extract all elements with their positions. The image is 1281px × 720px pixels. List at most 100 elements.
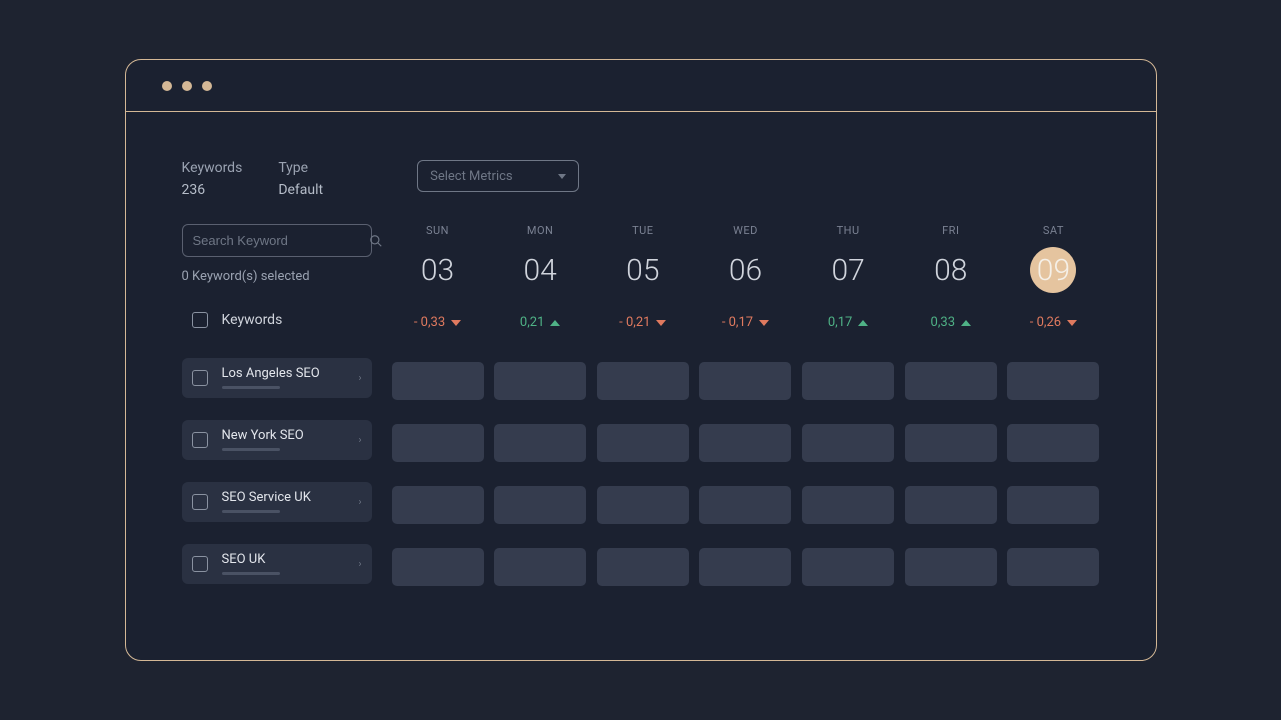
data-cell[interactable]	[494, 362, 586, 400]
day-label: TUE	[597, 224, 689, 237]
metric-value: 0,17	[828, 315, 852, 330]
data-cell[interactable]	[802, 424, 894, 462]
data-cell[interactable]	[494, 548, 586, 586]
day-number: 09	[1030, 247, 1076, 293]
day-column[interactable]: SUN 03	[392, 224, 484, 293]
data-cell[interactable]	[905, 424, 997, 462]
chevron-right-icon: ›	[358, 373, 361, 384]
keyword-checkbox[interactable]	[192, 494, 208, 510]
day-column[interactable]: MON 04	[494, 224, 586, 293]
data-cell[interactable]	[1007, 486, 1099, 524]
keyword-label: SEO UK	[222, 553, 345, 566]
select-metrics-label: Select Metrics	[430, 169, 513, 184]
keyword-label: SEO Service UK	[222, 491, 345, 504]
data-cell[interactable]	[392, 424, 484, 462]
stat-type: Type Default	[278, 160, 323, 198]
chevron-right-icon: ›	[358, 435, 361, 446]
main-grid: 0 Keyword(s) selected Keywords Los Angel…	[182, 224, 1100, 610]
window-maximize-dot[interactable]	[202, 81, 212, 91]
chevron-down-icon	[558, 174, 566, 179]
keyword-row-text: New York SEO	[222, 429, 345, 451]
data-row	[392, 486, 1100, 524]
data-cell[interactable]	[802, 362, 894, 400]
search-input[interactable]	[193, 233, 369, 248]
data-cell[interactable]	[699, 362, 791, 400]
search-icon	[369, 234, 383, 248]
day-column[interactable]: TUE 05	[597, 224, 689, 293]
data-cell[interactable]	[392, 362, 484, 400]
data-cell[interactable]	[494, 486, 586, 524]
data-cell[interactable]	[802, 548, 894, 586]
keyword-checkbox[interactable]	[192, 556, 208, 572]
data-cell[interactable]	[905, 548, 997, 586]
keyword-label: New York SEO	[222, 429, 345, 442]
stat-keywords-value: 236	[182, 182, 243, 198]
data-cell[interactable]	[699, 548, 791, 586]
window-minimize-dot[interactable]	[182, 81, 192, 91]
data-cell[interactable]	[699, 424, 791, 462]
data-cell[interactable]	[699, 486, 791, 524]
data-cell[interactable]	[802, 486, 894, 524]
metric-cell: 0,17	[802, 315, 894, 330]
keyword-label: Los Angeles SEO	[222, 367, 345, 380]
data-cell[interactable]	[1007, 424, 1099, 462]
stat-type-label: Type	[278, 160, 323, 176]
day-number: 08	[928, 247, 974, 293]
day-label: MON	[494, 224, 586, 237]
keyword-checkbox[interactable]	[192, 370, 208, 386]
trend-down-icon	[759, 320, 769, 326]
keywords-header-label: Keywords	[222, 312, 283, 328]
content-area: Keywords 236 Type Default Select Metrics	[126, 112, 1156, 650]
metric-cell: 0,21	[494, 315, 586, 330]
day-column[interactable]: SAT 09	[1007, 224, 1099, 293]
data-cell[interactable]	[597, 424, 689, 462]
data-cell[interactable]	[392, 548, 484, 586]
keyword-sub-bar	[222, 386, 280, 389]
data-cell[interactable]	[905, 362, 997, 400]
app-window: Keywords 236 Type Default Select Metrics	[125, 59, 1157, 661]
data-row	[392, 548, 1100, 586]
titlebar	[126, 60, 1156, 112]
stat-keywords: Keywords 236	[182, 160, 243, 198]
keyword-row[interactable]: New York SEO ›	[182, 420, 372, 460]
keyword-row-text: SEO Service UK	[222, 491, 345, 513]
select-metrics-dropdown[interactable]: Select Metrics	[417, 160, 579, 192]
day-label: THU	[802, 224, 894, 237]
day-label: FRI	[905, 224, 997, 237]
chevron-right-icon: ›	[358, 497, 361, 508]
trend-up-icon	[550, 320, 560, 326]
metric-cell: - 0,26	[1007, 315, 1099, 330]
keyword-checkbox[interactable]	[192, 432, 208, 448]
metric-value: 0,21	[520, 315, 544, 330]
right-column: SUN 03 MON 04 TUE 05 WED 06 THU 07 FRI 0…	[392, 224, 1100, 610]
keyword-row[interactable]: SEO Service UK ›	[182, 482, 372, 522]
metric-value: 0,33	[931, 315, 955, 330]
window-close-dot[interactable]	[162, 81, 172, 91]
search-input-wrap[interactable]	[182, 224, 372, 257]
day-column[interactable]: FRI 08	[905, 224, 997, 293]
select-all-checkbox[interactable]	[192, 312, 208, 328]
keyword-row[interactable]: SEO UK ›	[182, 544, 372, 584]
data-cell[interactable]	[392, 486, 484, 524]
day-column[interactable]: THU 07	[802, 224, 894, 293]
left-column: 0 Keyword(s) selected Keywords Los Angel…	[182, 224, 372, 610]
metric-value: - 0,33	[414, 315, 445, 330]
metric-cell: 0,33	[905, 315, 997, 330]
data-cell[interactable]	[905, 486, 997, 524]
data-cell[interactable]	[597, 362, 689, 400]
keyword-row[interactable]: Los Angeles SEO ›	[182, 358, 372, 398]
data-cell[interactable]	[1007, 548, 1099, 586]
metric-value: - 0,17	[722, 315, 753, 330]
day-label: SAT	[1007, 224, 1099, 237]
keyword-sub-bar	[222, 448, 280, 451]
data-cell[interactable]	[597, 486, 689, 524]
data-cell[interactable]	[597, 548, 689, 586]
day-number: 04	[517, 247, 563, 293]
metric-cell: - 0,33	[392, 315, 484, 330]
metric-value: - 0,21	[619, 315, 650, 330]
data-cell[interactable]	[494, 424, 586, 462]
metric-cell: - 0,17	[699, 315, 791, 330]
day-number: 07	[825, 247, 871, 293]
data-cell[interactable]	[1007, 362, 1099, 400]
day-column[interactable]: WED 06	[699, 224, 791, 293]
